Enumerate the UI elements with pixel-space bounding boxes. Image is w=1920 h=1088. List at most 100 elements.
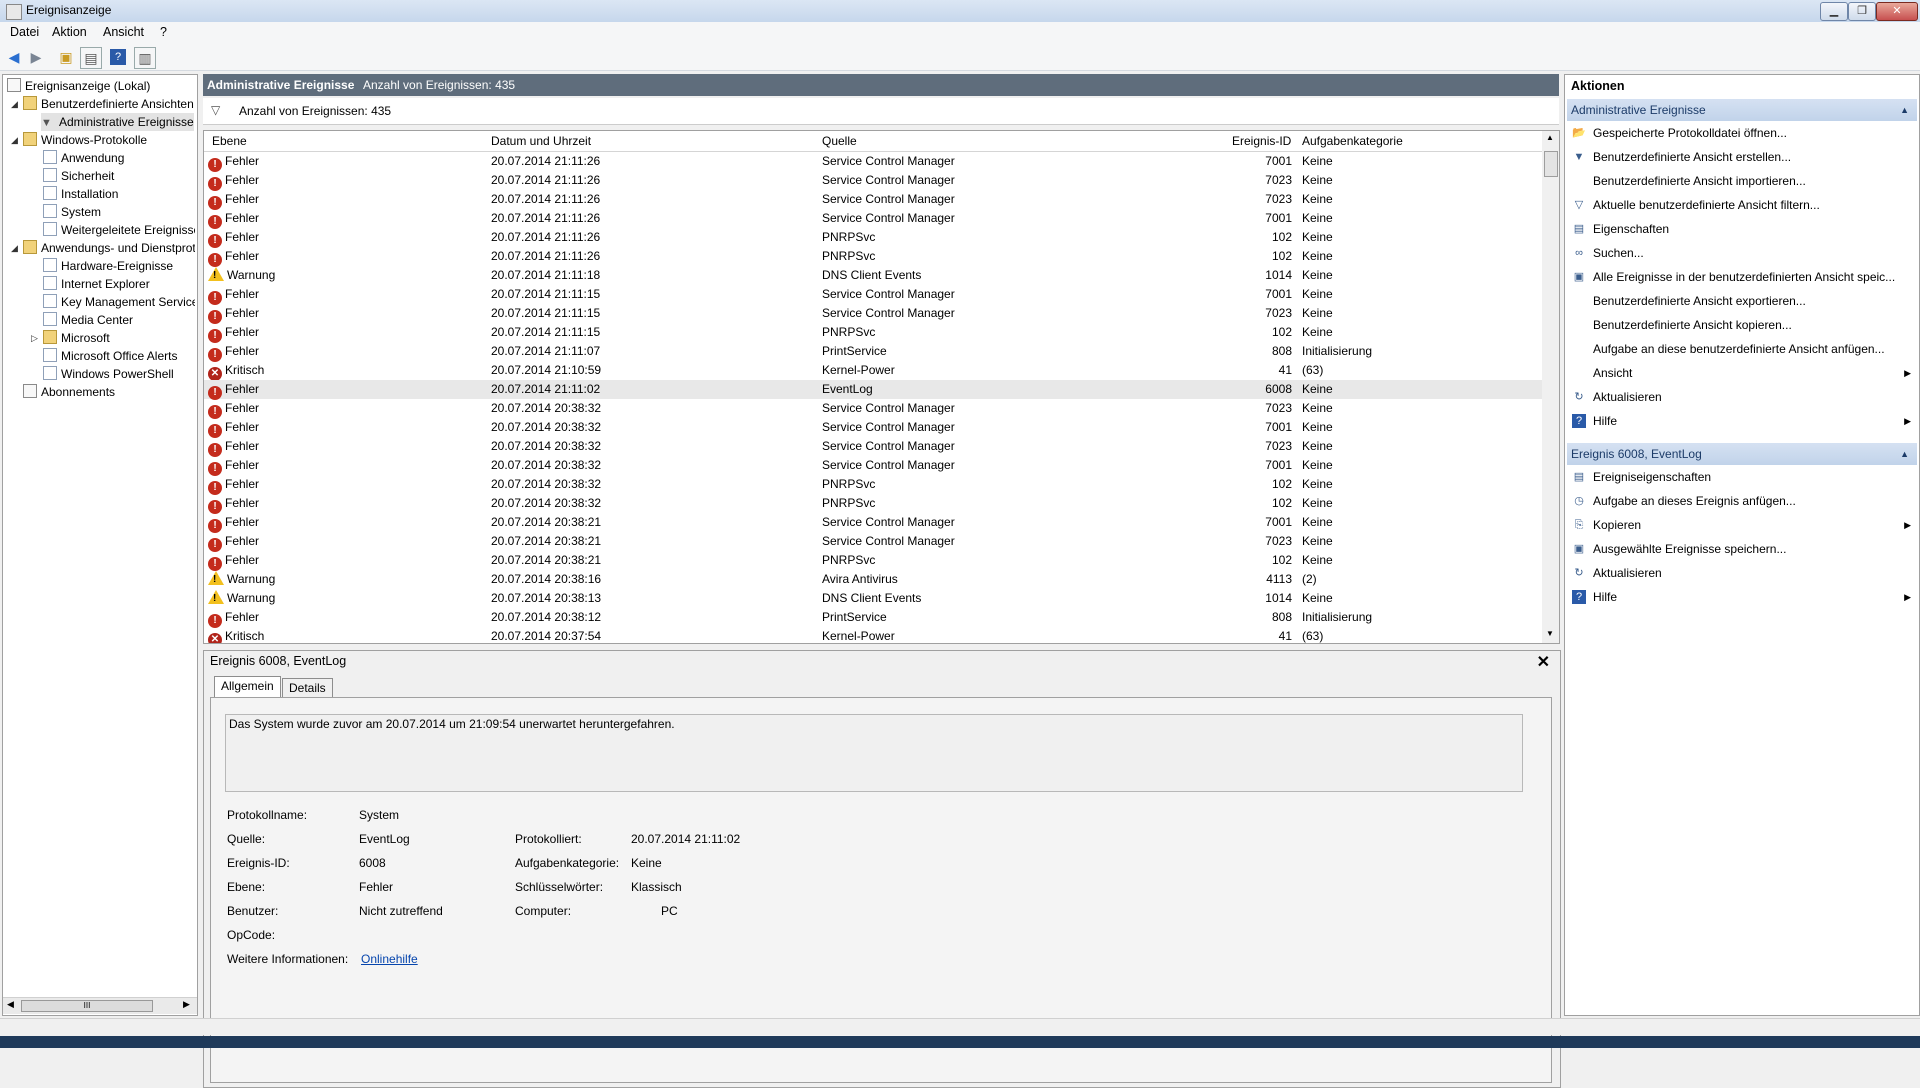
tree-internet-explorer[interactable]: Internet Explorer: [43, 275, 150, 293]
action-item[interactable]: Benutzerdefinierte Ansicht exportieren..…: [1569, 291, 1915, 311]
collapse-icon[interactable]: ◢: [11, 243, 18, 254]
tree-sicherheit[interactable]: Sicherheit: [43, 167, 114, 185]
col-ereignis-id[interactable]: Ereignis-ID: [1232, 134, 1291, 148]
table-row[interactable]: ! Fehler 20.07.2014 21:11:26 Service Contro…: [204, 209, 1543, 229]
collapse-icon[interactable]: ◢: [11, 135, 18, 146]
scroll-thumb[interactable]: III: [21, 1000, 153, 1012]
table-row[interactable]: ! Fehler 20.07.2014 21:11:15 Service Contro…: [204, 304, 1543, 324]
scroll-up-icon[interactable]: ▲: [1546, 133, 1554, 142]
tree-media-center[interactable]: Media Center: [43, 311, 133, 329]
table-row[interactable]: ! Fehler 20.07.2014 21:11:07 PrintService 80…: [204, 342, 1543, 362]
action-item[interactable]: Benutzerdefinierte Ansicht importieren..…: [1569, 171, 1915, 191]
tree-powershell[interactable]: Windows PowerShell: [43, 365, 174, 383]
tree-microsoft[interactable]: Microsoft: [43, 329, 110, 347]
tree-installation[interactable]: Installation: [43, 185, 118, 203]
table-row[interactable]: ! Fehler 20.07.2014 20:38:32 Service Contro…: [204, 418, 1543, 438]
table-row[interactable]: ! Fehler 20.07.2014 20:38:32 Service Contro…: [204, 399, 1543, 419]
table-row[interactable]: ! Fehler 20.07.2014 21:11:02 EventLog 6008 Ke…: [204, 380, 1543, 400]
menu-aktion[interactable]: Aktion: [52, 25, 87, 39]
value-source[interactable]: EventLog: [359, 832, 410, 846]
table-row[interactable]: ! Fehler 20.07.2014 20:38:21 PNRPSvc 102 Kein…: [204, 551, 1543, 571]
action-item[interactable]: ▤ Ereigniseigenschaften: [1569, 467, 1915, 487]
close-detail-icon[interactable]: ✕: [1537, 652, 1550, 672]
table-row[interactable]: ! Fehler 20.07.2014 20:38:32 PNRPSvc 102 Kein…: [204, 475, 1543, 495]
collapse-caret-icon[interactable]: ▲: [1900, 99, 1909, 121]
table-row[interactable]: ! Fehler 20.07.2014 20:38:32 Service Contro…: [204, 456, 1543, 476]
tree-windows-logs[interactable]: Windows-Protokolle: [23, 131, 147, 149]
collapse-caret-icon[interactable]: ▲: [1900, 443, 1909, 465]
table-row[interactable]: ! Fehler 20.07.2014 20:38:21 Service Contro…: [204, 532, 1543, 552]
tab-details[interactable]: Details: [282, 678, 333, 698]
table-row[interactable]: ! Fehler 20.07.2014 20:38:32 Service Contro…: [204, 437, 1543, 457]
value-eventid[interactable]: 6008: [359, 856, 386, 870]
action-item[interactable]: ▣ Ausgewählte Ereignisse speichern...: [1569, 539, 1915, 559]
table-vertical-scrollbar[interactable]: ▲ ▼: [1542, 130, 1560, 644]
table-row[interactable]: ! Fehler 20.07.2014 21:11:15 PNRPSvc 102 Kein…: [204, 323, 1543, 343]
action-item[interactable]: ↻ Aktualisieren: [1569, 387, 1915, 407]
tree-custom-views[interactable]: Benutzerdefinierte Ansichten: [23, 95, 194, 113]
col-ebene[interactable]: Ebene: [212, 134, 247, 148]
action-item[interactable]: ◷ Aufgabe an dieses Ereignis anfügen...: [1569, 491, 1915, 511]
action-item[interactable]: ▤ Eigenschaften: [1569, 219, 1915, 239]
table-row[interactable]: ! Fehler 20.07.2014 21:11:26 Service Contro…: [204, 171, 1543, 191]
action-item[interactable]: ? Hilfe ▶: [1569, 587, 1915, 607]
collapse-icon[interactable]: ◢: [11, 99, 18, 110]
table-row[interactable]: ! Warnung 20.07.2014 21:11:18 DNS Client Ev…: [204, 266, 1543, 285]
actions-group-admin-events[interactable]: Administrative Ereignisse ▲: [1567, 99, 1917, 121]
table-row[interactable]: ! Fehler 20.07.2014 21:11:26 Service Contro…: [204, 152, 1543, 172]
table-row[interactable]: ✕ Kritisch 20.07.2014 21:10:59 Kernel-Power…: [204, 361, 1543, 381]
value-logname[interactable]: System: [359, 808, 399, 822]
up-folder-icon[interactable]: ▣: [56, 47, 76, 67]
tab-allgemein[interactable]: Allgemein: [214, 676, 281, 698]
event-description[interactable]: Das System wurde zuvor am 20.07.2014 um …: [225, 714, 1523, 792]
menu-ansicht[interactable]: Ansicht: [103, 25, 144, 39]
col-quelle[interactable]: Quelle: [822, 134, 857, 148]
col-kategorie[interactable]: Aufgabenkategorie: [1302, 134, 1403, 148]
action-item[interactable]: Benutzerdefinierte Ansicht kopieren...: [1569, 315, 1915, 335]
action-item[interactable]: ▼ Benutzerdefinierte Ansicht erstellen...: [1569, 147, 1915, 167]
tree-abonnements[interactable]: Abonnements: [23, 383, 115, 401]
table-row[interactable]: ! Fehler 20.07.2014 20:38:21 Service Contro…: [204, 513, 1543, 533]
actions-group-event[interactable]: Ereignis 6008, EventLog ▲: [1567, 443, 1917, 465]
help-icon[interactable]: ?: [110, 49, 126, 65]
action-item[interactable]: ↻ Aktualisieren: [1569, 563, 1915, 583]
show-hide-actions-icon[interactable]: ▥: [134, 47, 156, 69]
scroll-thumb[interactable]: [1544, 151, 1558, 177]
action-item[interactable]: ? Hilfe ▶: [1569, 411, 1915, 431]
table-row[interactable]: ! Fehler 20.07.2014 21:11:26 Service Contro…: [204, 190, 1543, 210]
tree-admin-events[interactable]: ▼ Administrative Ereignisse: [41, 113, 194, 131]
online-help-link[interactable]: Onlinehilfe: [361, 952, 418, 966]
action-item[interactable]: ⎘ Kopieren ▶: [1569, 515, 1915, 535]
scroll-left-icon[interactable]: ◀: [7, 999, 14, 1010]
tree-forwarded[interactable]: Weitergeleitete Ereignisse: [43, 221, 195, 239]
value-logged[interactable]: 20.07.2014 21:11:02: [631, 832, 740, 846]
expand-icon[interactable]: ▷: [31, 333, 38, 344]
tree-anwendung[interactable]: Anwendung: [43, 149, 124, 167]
col-datum[interactable]: Datum und Uhrzeit: [491, 134, 591, 148]
action-item[interactable]: ▽ Aktuelle benutzerdefinierte Ansicht fil…: [1569, 195, 1915, 215]
menu-help[interactable]: ?: [160, 25, 167, 39]
table-row[interactable]: ! Fehler 20.07.2014 20:38:32 PNRPSvc 102 Kein…: [204, 494, 1543, 514]
action-item[interactable]: ▣ Alle Ereignisse in der benutzerdefinier…: [1569, 267, 1915, 287]
back-arrow-icon[interactable]: ◀: [4, 47, 24, 67]
value-taskcat[interactable]: Keine: [631, 856, 662, 870]
table-row[interactable]: ! Fehler 20.07.2014 21:11:26 PNRPSvc 102 Kein…: [204, 247, 1543, 267]
table-row[interactable]: ✕ Kritisch 20.07.2014 20:37:54 Kernel-Power…: [204, 627, 1543, 643]
minimize-button[interactable]: ▁: [1820, 2, 1848, 21]
action-item[interactable]: 📂 Gespeicherte Protokolldatei öffnen...: [1569, 123, 1915, 143]
table-row[interactable]: ! Warnung 20.07.2014 20:38:16 Avira Antivir…: [204, 570, 1543, 589]
value-computer[interactable]: PC: [661, 904, 678, 918]
tree-app-services[interactable]: Anwendungs- und Dienstprotokolle: [23, 239, 195, 257]
tree-hardware[interactable]: Hardware-Ereignisse: [43, 257, 173, 275]
tree-kms[interactable]: Key Management Service: [43, 293, 195, 311]
table-row[interactable]: ! Fehler 20.07.2014 21:11:26 PNRPSvc 102 Kein…: [204, 228, 1543, 248]
table-row[interactable]: ! Fehler 20.07.2014 21:11:15 Service Contro…: [204, 285, 1543, 305]
show-hide-tree-icon[interactable]: ▤: [80, 47, 102, 69]
action-item[interactable]: ∞ Suchen...: [1569, 243, 1915, 263]
value-user[interactable]: Nicht zutreffend: [359, 904, 443, 918]
tree-horizontal-scrollbar[interactable]: ◀ III ▶: [3, 997, 197, 1014]
action-item[interactable]: Ansicht ▶: [1569, 363, 1915, 383]
maximize-button[interactable]: ❐: [1848, 2, 1876, 21]
tree-office-alerts[interactable]: Microsoft Office Alerts: [43, 347, 177, 365]
close-button[interactable]: ✕: [1876, 2, 1918, 21]
